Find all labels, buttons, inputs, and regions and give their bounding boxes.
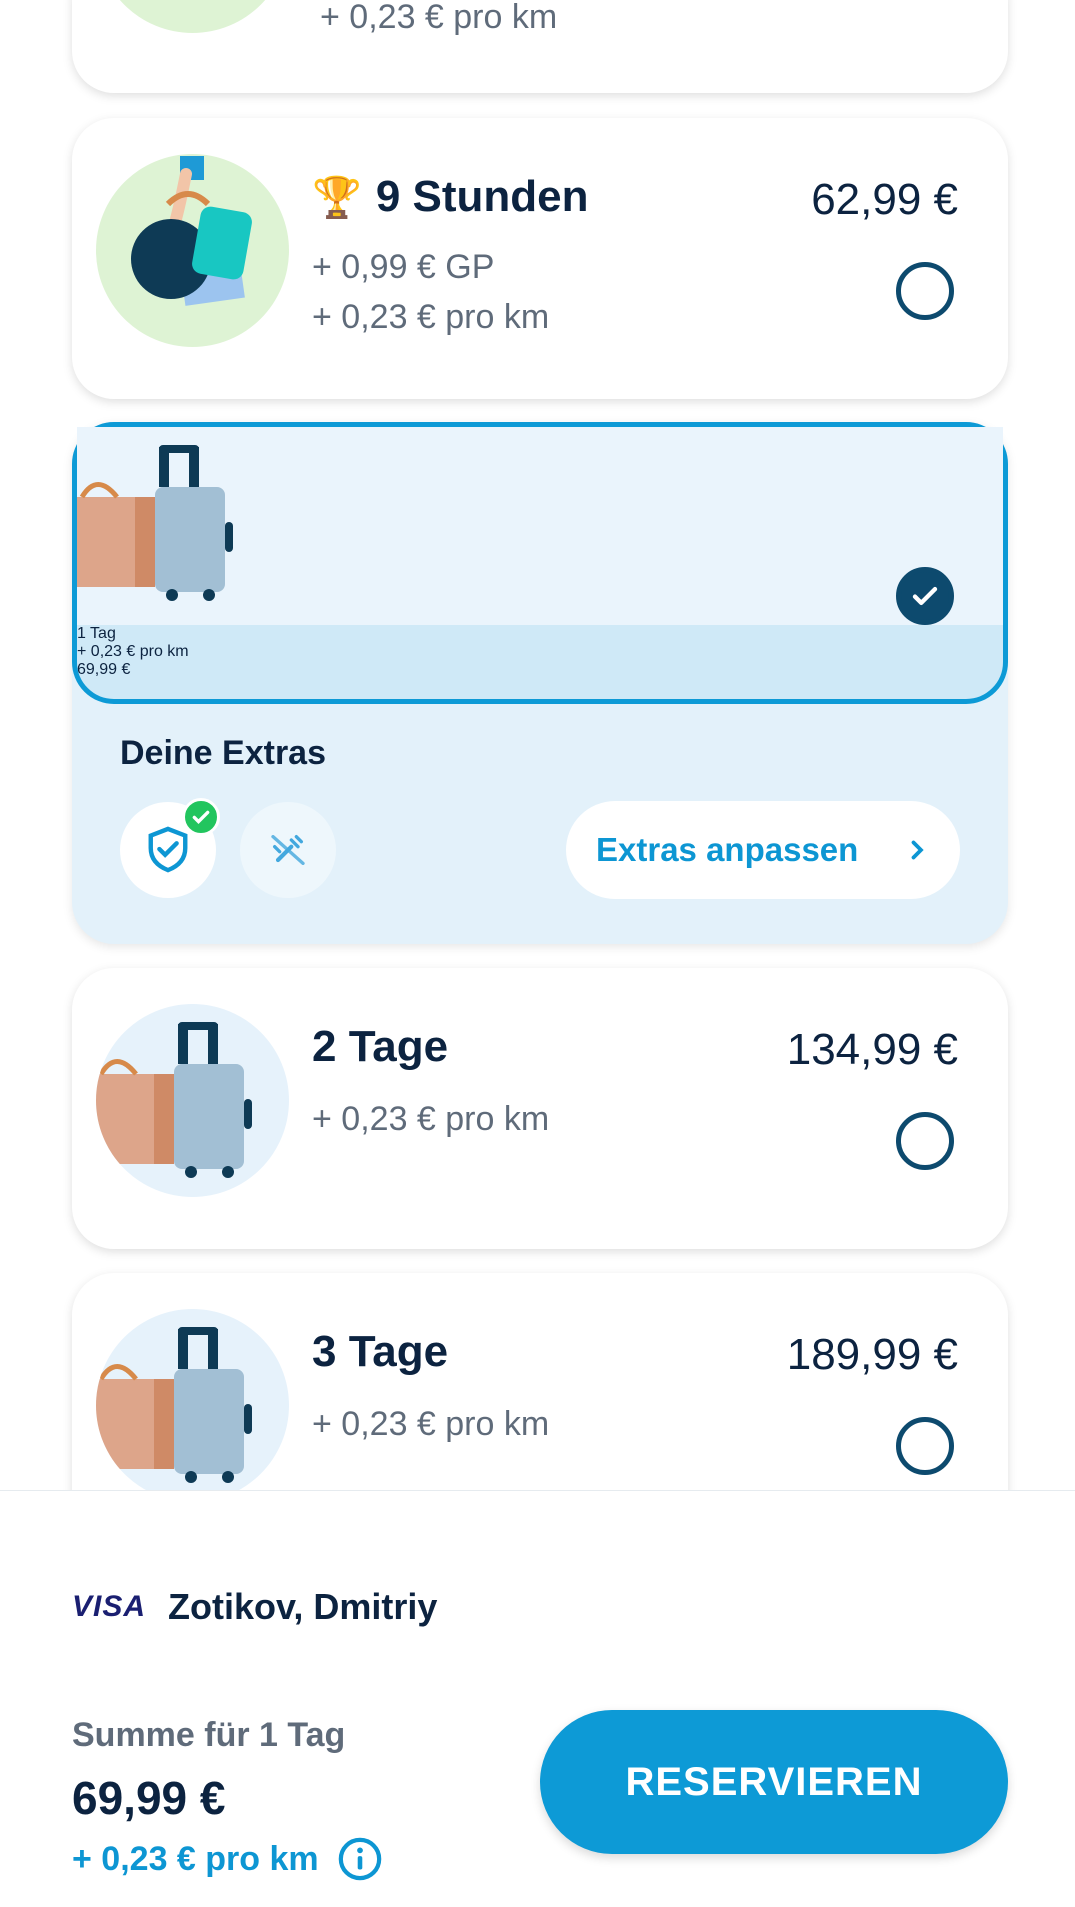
plan-radio[interactable]	[896, 262, 954, 320]
plan-per-km: + 0,23 € pro km	[312, 298, 550, 336]
extras-title: Deine Extras	[120, 734, 326, 772]
extra-cleaning[interactable]	[240, 802, 336, 898]
summary-price: 69,99 €	[72, 1772, 226, 1824]
plan-card-1-tag[interactable]: 1 Tag + 0,23 € pro km 69,99 €	[72, 422, 1008, 704]
extras-customize-label: Extras anpassen	[596, 831, 859, 868]
plan-title: 1 Tag	[77, 625, 116, 642]
shopping-bags-illustration	[96, 154, 289, 347]
summary-label: Summe für 1 Tag	[72, 1716, 346, 1754]
plan-title: 3 Tage	[312, 1327, 449, 1376]
plan-price: 189,99 €	[786, 1330, 958, 1379]
payment-method[interactable]: VISA Zotikov, Dmitriy	[72, 1586, 437, 1628]
plan-per-km: + 0,23 € pro km	[320, 0, 558, 36]
shield-check-icon	[148, 826, 188, 873]
plan-price: 134,99 €	[786, 1025, 958, 1074]
card-holder-name: Zotikov, Dmitriy	[168, 1586, 438, 1627]
plan-card-2-tage[interactable]: 2 Tage + 0,23 € pro km 134,99 €	[72, 968, 1008, 1249]
booking-summary-panel: VISA Zotikov, Dmitriy Summe für 1 Tag 69…	[0, 1490, 1075, 1907]
plan-radio[interactable]	[896, 1417, 954, 1475]
extras-customize-button[interactable]: Extras anpassen	[566, 801, 960, 899]
luggage-illustration	[96, 1004, 289, 1197]
luggage-illustration	[96, 1309, 289, 1502]
chevron-right-icon	[911, 840, 924, 860]
trophy-icon: 🏆	[312, 175, 362, 220]
plan-price: 69,99 €	[77, 661, 131, 678]
summary-per-km: + 0,23 € pro km	[72, 1836, 383, 1882]
plan-gp-fee: + 0,99 € GP	[312, 248, 495, 286]
reserve-button[interactable]: RESERVIEREN	[540, 1710, 1008, 1854]
plan-per-km: + 0,23 € pro km	[312, 1100, 550, 1138]
plan-per-km: + 0,23 € pro km	[77, 643, 189, 660]
plan-radio[interactable]	[896, 1112, 954, 1170]
plan-per-km: + 0,23 € pro km	[312, 1405, 550, 1443]
checkmark-icon	[912, 586, 938, 606]
plan-price: 62,99 €	[811, 175, 958, 224]
plan-title: 🏆 9 Stunden	[312, 172, 589, 222]
no-cleaning-icon	[271, 835, 305, 865]
info-icon[interactable]	[337, 1836, 383, 1882]
plan-illustration	[96, 0, 289, 33]
booking-screen: + 0,23 € pro km 🏆 9 Stunden + 0,99 € GP …	[0, 0, 1075, 1907]
plan-card-9-stunden[interactable]: 🏆 9 Stunden + 0,99 € GP + 0,23 € pro km …	[72, 118, 1008, 399]
summary-per-km-text: + 0,23 € pro km	[72, 1839, 319, 1878]
active-badge-icon	[182, 798, 220, 836]
visa-icon: VISA	[72, 1590, 147, 1623]
extra-insurance[interactable]	[120, 798, 220, 898]
plan-title: 2 Tage	[312, 1022, 449, 1071]
selected-plan-panel: 1 Tag + 0,23 € pro km 69,99 € Deine Extr…	[72, 422, 1008, 944]
luggage-illustration	[77, 427, 1003, 625]
plan-card-prev[interactable]: + 0,23 € pro km	[72, 0, 1008, 93]
plan-title-text: 9 Stunden	[375, 172, 589, 221]
plan-radio-checked[interactable]	[896, 567, 954, 625]
